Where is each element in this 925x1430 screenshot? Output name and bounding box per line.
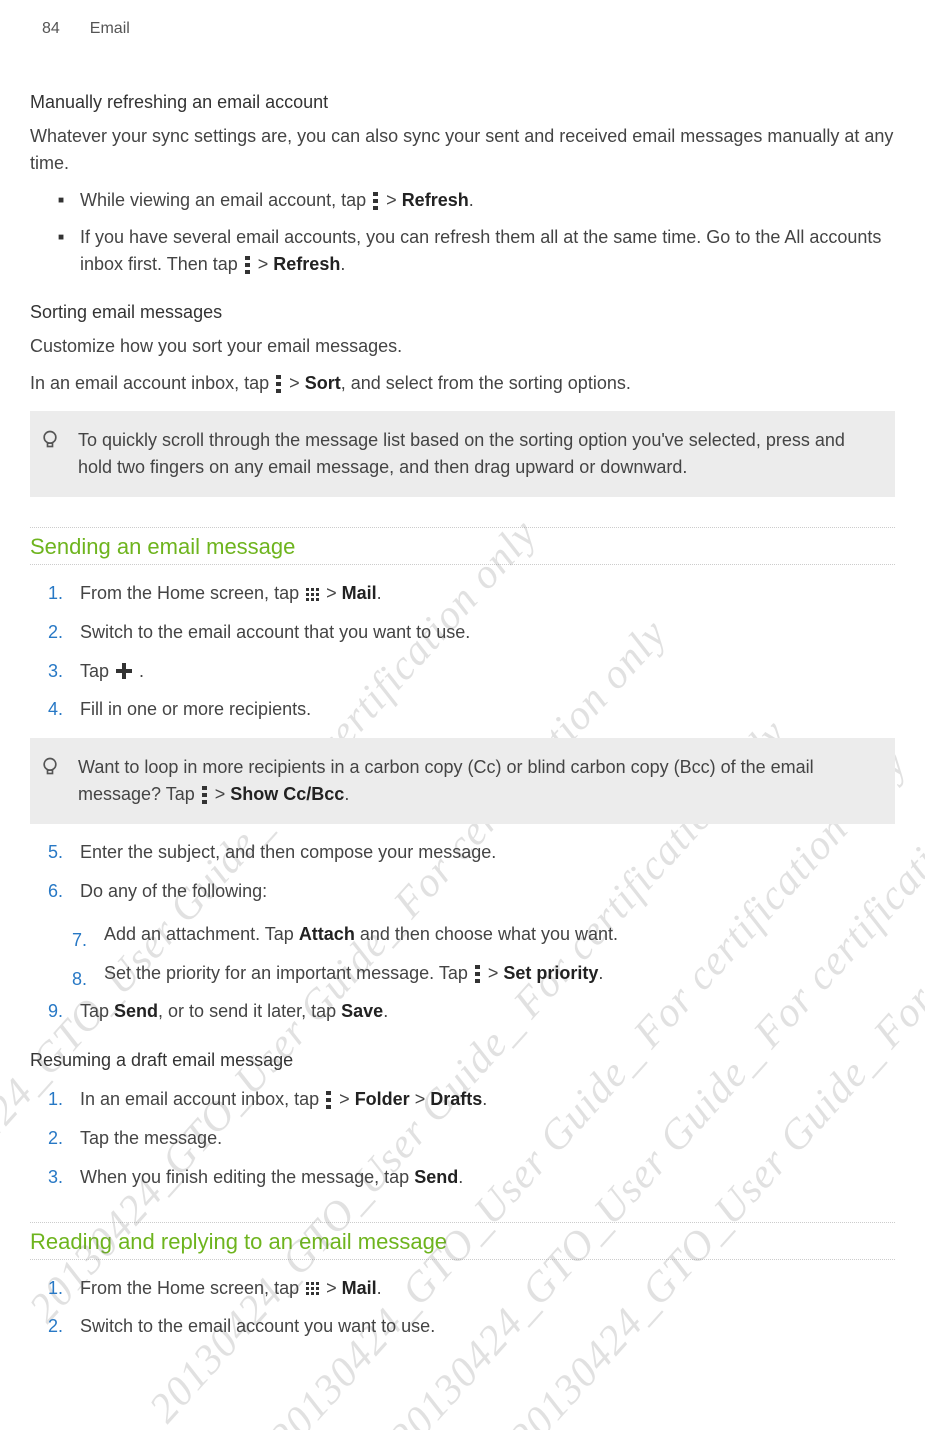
page-header: 84 Email (0, 0, 925, 48)
text: > (326, 583, 342, 603)
attach-label: Attach (299, 924, 355, 944)
text: > (488, 963, 504, 983)
text: Tap (80, 661, 114, 681)
tip-text: Want to loop in more recipients in a car… (78, 757, 814, 804)
text: > (339, 1089, 355, 1109)
mail-label: Mail (342, 1278, 377, 1298)
text: , and select from the sorting options. (341, 373, 631, 393)
text: Set the priority for an important messag… (104, 963, 473, 983)
sending-heading: Sending an email message (30, 527, 895, 565)
overflow-menu-icon (326, 1091, 332, 1109)
text: If you have several email accounts, you … (80, 227, 881, 274)
text: . (377, 583, 382, 603)
text: . (598, 963, 603, 983)
text: . (377, 1278, 382, 1298)
text: In an email account inbox, tap (30, 373, 274, 393)
tip-sorting-scroll: To quickly scroll through the message li… (30, 411, 895, 497)
overflow-menu-icon (475, 965, 481, 983)
step-switch-account: Switch to the email account that you wan… (80, 618, 895, 647)
text: . (344, 784, 349, 804)
text: Tap (80, 1001, 114, 1021)
page-number: 84 (42, 20, 60, 38)
lightbulb-icon (40, 756, 60, 776)
text: . (458, 1167, 463, 1187)
text: When you finish editing the message, tap (80, 1167, 414, 1187)
overflow-menu-icon (245, 256, 251, 274)
bullet-refresh-all: If you have several email accounts, you … (80, 224, 895, 278)
reading-heading: Reading and replying to an email message (30, 1222, 895, 1260)
text: Add an attachment. Tap (104, 924, 299, 944)
text: > (326, 1278, 342, 1298)
step-home-mail: From the Home screen, tap > Mail. (80, 579, 895, 608)
text: > (289, 373, 305, 393)
mail-label: Mail (342, 583, 377, 603)
manual-refresh-intro: Whatever your sync settings are, you can… (30, 123, 895, 177)
text: > (386, 190, 402, 210)
read-step-home: From the Home screen, tap > Mail. (80, 1274, 895, 1303)
step-subject: Enter the subject, and then compose your… (80, 838, 895, 867)
sub-attach: Add an attachment. Tap Attach and then c… (104, 920, 895, 949)
text: In an email account inbox, tap (80, 1089, 324, 1109)
chapter-title: Email (90, 20, 130, 38)
resume-step-folder: In an email account inbox, tap > Folder … (80, 1085, 895, 1114)
sorting-line1: Customize how you sort your email messag… (30, 333, 895, 360)
overflow-menu-icon (276, 375, 282, 393)
sorting-heading: Sorting email messages (30, 302, 895, 323)
sort-label: Sort (305, 373, 341, 393)
show-ccbcc-label: Show Cc/Bcc (230, 784, 344, 804)
overflow-menu-icon (373, 192, 379, 210)
text: . (340, 254, 345, 274)
step-recipients: Fill in one or more recipients. (80, 695, 895, 724)
bullet-refresh-single: While viewing an email account, tap > Re… (80, 187, 895, 214)
plus-icon (116, 663, 132, 679)
step-send-save: Tap Send, or to send it later, tap Save. (80, 997, 895, 1026)
manual-refresh-heading: Manually refreshing an email account (30, 92, 895, 113)
sub-priority: Set the priority for an important messag… (104, 959, 895, 988)
text: . (482, 1089, 487, 1109)
text: Do any of the following: (80, 881, 267, 901)
text: > (410, 1089, 431, 1109)
send-label: Send (114, 1001, 158, 1021)
resume-step-tap: Tap the message. (80, 1124, 895, 1153)
text: , or to send it later, tap (158, 1001, 341, 1021)
sorting-line2: In an email account inbox, tap > Sort, a… (30, 370, 895, 397)
resume-heading: Resuming a draft email message (30, 1050, 895, 1071)
text: . (469, 190, 474, 210)
resume-step-send: When you finish editing the message, tap… (80, 1163, 895, 1192)
lightbulb-icon (40, 429, 60, 449)
text: . (139, 661, 144, 681)
apps-grid-icon (306, 588, 319, 601)
text: From the Home screen, tap (80, 1278, 304, 1298)
apps-grid-icon (306, 1282, 319, 1295)
read-step-switch: Switch to the email account you want to … (80, 1312, 895, 1341)
save-label: Save (341, 1001, 383, 1021)
folder-label: Folder (355, 1089, 410, 1109)
text: . (383, 1001, 388, 1021)
overflow-menu-icon (202, 786, 208, 804)
step-do-following: Do any of the following: Add an attachme… (80, 877, 895, 987)
send-label: Send (414, 1167, 458, 1187)
text: > (258, 254, 274, 274)
refresh-label: Refresh (273, 254, 340, 274)
set-priority-label: Set priority (503, 963, 598, 983)
text: and then choose what you want. (355, 924, 618, 944)
text: > (215, 784, 231, 804)
tip-cc-bcc: Want to loop in more recipients in a car… (30, 738, 895, 824)
text: From the Home screen, tap (80, 583, 304, 603)
tip-text: To quickly scroll through the message li… (78, 430, 845, 477)
drafts-label: Drafts (430, 1089, 482, 1109)
refresh-label: Refresh (402, 190, 469, 210)
text: While viewing an email account, tap (80, 190, 371, 210)
step-tap-plus: Tap . (80, 657, 895, 686)
